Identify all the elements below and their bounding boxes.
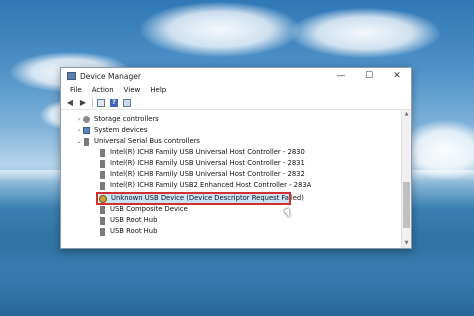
tree-item-usb-root-hub[interactable]: USB Root Hub bbox=[99, 215, 157, 226]
tree-item-label: Universal Serial Bus controllers bbox=[94, 137, 200, 145]
menu-view[interactable]: View bbox=[119, 86, 146, 94]
tree-item-label: Intel(R) ICH8 Family USB Universal Host … bbox=[110, 148, 305, 156]
tree-item-system-devices[interactable]: › System devices bbox=[75, 125, 147, 136]
tree-item-label: Intel(R) ICH8 Family USB Universal Host … bbox=[110, 159, 305, 167]
vertical-scrollbar[interactable]: ▲ ▼ bbox=[401, 110, 411, 248]
tree-item-usb-root-hub[interactable]: USB Root Hub bbox=[99, 226, 157, 237]
forward-icon[interactable]: ▶ bbox=[78, 98, 88, 108]
minimize-button[interactable]: — bbox=[327, 68, 355, 84]
tree-item-storage-controllers[interactable]: › Storage controllers bbox=[75, 114, 159, 125]
menu-file[interactable]: File bbox=[65, 86, 87, 94]
device-manager-icon bbox=[67, 72, 76, 80]
scroll-down-icon[interactable]: ▼ bbox=[402, 239, 411, 248]
usb-icon bbox=[100, 170, 105, 179]
help-icon[interactable]: ? bbox=[109, 98, 119, 108]
tree-item-label: Storage controllers bbox=[94, 115, 159, 123]
usb-icon bbox=[100, 159, 105, 168]
expand-icon[interactable]: › bbox=[75, 114, 83, 125]
usb-icon bbox=[100, 216, 105, 225]
device-manager-window: Device Manager — ☐ ✕ File Action View He… bbox=[60, 67, 412, 249]
tree-item-usb-host-2830[interactable]: Intel(R) ICH8 Family USB Universal Host … bbox=[99, 147, 305, 158]
close-button[interactable]: ✕ bbox=[383, 68, 411, 84]
menu-bar: File Action View Help bbox=[61, 84, 411, 96]
cloud bbox=[140, 2, 300, 57]
expand-icon[interactable]: › bbox=[75, 125, 83, 136]
toolbar: ◀ ▶ ? bbox=[61, 96, 411, 110]
scroll-thumb[interactable] bbox=[403, 182, 410, 228]
usb-icon bbox=[100, 205, 105, 214]
scroll-up-icon[interactable]: ▲ bbox=[402, 110, 411, 119]
back-icon[interactable]: ◀ bbox=[65, 98, 75, 108]
usb-icon bbox=[100, 181, 105, 190]
menu-help[interactable]: Help bbox=[145, 86, 171, 94]
menu-action[interactable]: Action bbox=[87, 86, 119, 94]
tree-item-usb-composite-device[interactable]: USB Composite Device bbox=[99, 204, 188, 215]
tree-item-usb2-host-283a[interactable]: Intel(R) ICH8 Family USB2 Enhanced Host … bbox=[99, 180, 311, 191]
storage-icon bbox=[83, 116, 90, 123]
tree-item-label: USB Root Hub bbox=[110, 227, 158, 235]
tree-item-label: USB Composite Device bbox=[110, 205, 188, 213]
system-icon bbox=[83, 127, 90, 134]
tree-item-usb-host-2831[interactable]: Intel(R) ICH8 Family USB Universal Host … bbox=[99, 158, 305, 169]
maximize-button[interactable]: ☐ bbox=[355, 68, 383, 84]
usb-icon bbox=[100, 227, 105, 236]
window-title: Device Manager bbox=[80, 71, 141, 81]
title-bar: Device Manager — ☐ ✕ bbox=[61, 68, 411, 84]
tree-item-label: Intel(R) ICH8 Family USB2 Enhanced Host … bbox=[110, 181, 312, 189]
device-tree: › Storage controllers › System devices ⌄… bbox=[61, 110, 401, 248]
cloud bbox=[290, 8, 440, 58]
tree-item-label: USB Root Hub bbox=[110, 216, 158, 224]
tree-item-usb-host-2832[interactable]: Intel(R) ICH8 Family USB Universal Host … bbox=[99, 169, 305, 180]
collapse-icon[interactable]: ⌄ bbox=[75, 136, 83, 147]
tree-item-label: Intel(R) ICH8 Family USB Universal Host … bbox=[110, 170, 305, 178]
device-view-icon[interactable] bbox=[122, 98, 132, 108]
properties-icon[interactable] bbox=[96, 98, 106, 108]
toolbar-separator bbox=[92, 98, 93, 107]
tree-item-usb-controllers[interactable]: ⌄ Universal Serial Bus controllers bbox=[75, 136, 200, 147]
usb-icon bbox=[100, 148, 105, 157]
tree-item-label: System devices bbox=[94, 126, 148, 134]
usb-icon bbox=[84, 137, 89, 146]
